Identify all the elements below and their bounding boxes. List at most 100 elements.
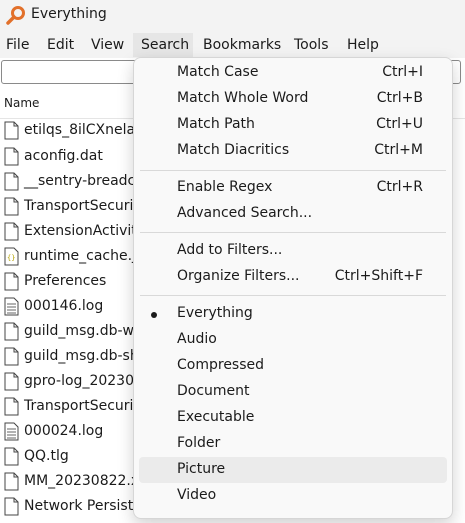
menu-item-shortcut: Ctrl+B: [376, 90, 423, 106]
menu-item-executable[interactable]: Executable: [139, 405, 447, 431]
menu-item-label: Match Diacritics: [177, 142, 290, 158]
menu-item-match-whole-word[interactable]: Match Whole Word Ctrl+B: [139, 86, 447, 112]
file-name: gpro-log_202308: [24, 373, 143, 389]
file-row[interactable]: guild_msg.db-sh: [0, 344, 140, 370]
file-name: etilqs_8ilCXnelas: [24, 122, 143, 138]
file-name: __sentry-breadcr: [24, 173, 141, 189]
menu-item-label: Document: [177, 383, 250, 399]
file-icon: [4, 222, 19, 241]
file-row[interactable]: TransportSecurity: [0, 194, 147, 220]
menu-edit[interactable]: Edit: [41, 33, 80, 57]
column-name-header[interactable]: Name: [4, 96, 39, 110]
menu-item-label: Folder: [177, 435, 221, 451]
menu-item-document[interactable]: Document: [139, 379, 447, 405]
file-name: guild_msg.db-wa: [24, 323, 143, 339]
menu-item-match-path[interactable]: Match Path Ctrl+U: [139, 112, 447, 138]
menu-separator: [140, 295, 446, 296]
file-icon: [4, 272, 19, 291]
file-row[interactable]: 000024.log: [0, 419, 140, 445]
menu-item-label: Enable Regex: [177, 179, 273, 195]
file-row[interactable]: {} runtime_cache.js: [0, 244, 144, 270]
menu-item-label: Everything: [177, 305, 253, 321]
file-icon: [4, 472, 19, 491]
window-title: Everything: [31, 6, 107, 22]
file-name: 000024.log: [24, 423, 104, 439]
menu-bookmarks[interactable]: Bookmarks: [197, 33, 287, 57]
menu-item-shortcut: Ctrl+U: [376, 116, 423, 132]
file-row[interactable]: Preferences: [0, 269, 140, 295]
file-row[interactable]: QQ.tlg: [0, 444, 140, 470]
file-name: guild_msg.db-sh: [24, 348, 139, 364]
file-name: TransportSecurity: [24, 398, 148, 414]
magnifier-icon: [6, 6, 25, 25]
menu-tools[interactable]: Tools: [288, 33, 335, 57]
svg-text:{}: {}: [7, 254, 15, 262]
file-row[interactable]: aconfig.dat: [0, 144, 140, 170]
file-row[interactable]: 000146.log: [0, 294, 140, 320]
menu-item-label: Match Whole Word: [177, 90, 309, 106]
menu-item-folder[interactable]: Folder: [139, 431, 447, 457]
menu-item-label: Video: [177, 487, 217, 503]
menu-item-label: Advanced Search...: [177, 205, 313, 221]
menu-item-picture[interactable]: Picture: [139, 457, 447, 483]
menu-item-label: Match Case: [177, 64, 259, 80]
menu-item-label: Add to Filters...: [177, 242, 283, 258]
file-name: QQ.tlg: [24, 448, 69, 464]
file-name: ExtensionActivity: [24, 223, 146, 239]
menu-item-label: Executable: [177, 409, 255, 425]
file-row[interactable]: TransportSecurity: [0, 394, 147, 420]
menu-help[interactable]: Help: [341, 33, 385, 57]
menu-view[interactable]: View: [85, 33, 130, 57]
file-name: Preferences: [24, 273, 107, 289]
menu-item-label: Organize Filters...: [177, 268, 300, 284]
menu-item-match-diacritics[interactable]: Match Diacritics Ctrl+M: [139, 138, 447, 164]
menu-separator: [140, 232, 446, 233]
menu-bar: File Edit View Search Bookmarks Tools He…: [0, 33, 465, 57]
menu-item-label: Picture: [177, 461, 226, 477]
file-row[interactable]: guild_msg.db-wa: [0, 319, 143, 345]
file-icon: [4, 147, 19, 166]
menu-item-label: Match Path: [177, 116, 255, 132]
file-icon: [4, 347, 19, 366]
menu-file[interactable]: File: [0, 33, 35, 57]
file-icon: [4, 197, 19, 216]
file-row[interactable]: etilqs_8ilCXnelas: [0, 118, 143, 144]
menu-item-label: Audio: [177, 331, 217, 347]
file-icon: [4, 121, 19, 140]
menu-separator: [140, 170, 446, 171]
menu-item-organize-filters[interactable]: Organize Filters... Ctrl+Shift+F: [139, 264, 447, 290]
menu-item-shortcut: Ctrl+I: [382, 64, 423, 80]
menu-item-shortcut: Ctrl+R: [376, 179, 423, 195]
file-row[interactable]: MM_20230822.xl: [0, 469, 144, 495]
file-name: runtime_cache.js: [24, 248, 144, 264]
menu-item-add-to-filters[interactable]: Add to Filters...: [139, 238, 447, 264]
file-icon: [4, 397, 19, 416]
file-row[interactable]: __sentry-breadcr: [0, 169, 141, 195]
file-icon: [4, 172, 19, 191]
file-name: TransportSecurity: [24, 198, 148, 214]
file-icon: [4, 497, 19, 516]
menu-search[interactable]: Search: [133, 33, 193, 57]
json-file-icon: {}: [4, 247, 19, 266]
file-name: MM_20230822.xl: [24, 473, 144, 489]
file-row[interactable]: gpro-log_202308: [0, 369, 143, 395]
title-bar: Everything: [0, 0, 465, 31]
text-file-icon: [4, 297, 19, 316]
file-row[interactable]: ExtensionActivity: [0, 219, 145, 245]
file-icon: [4, 322, 19, 341]
menu-item-enable-regex[interactable]: Enable Regex Ctrl+R: [139, 175, 447, 201]
search-menu-dropdown: Match Case Ctrl+I Match Whole Word Ctrl+B Ma…: [133, 57, 453, 519]
menu-item-video[interactable]: Video: [139, 483, 447, 509]
menu-item-match-case[interactable]: Match Case Ctrl+I: [139, 60, 447, 86]
menu-item-compressed[interactable]: Compressed: [139, 353, 447, 379]
menu-item-shortcut: Ctrl+M: [374, 142, 423, 158]
menu-item-everything[interactable]: Everything: [139, 301, 447, 327]
file-row[interactable]: Network Persistent State: [0, 494, 198, 520]
file-icon: [4, 447, 19, 466]
text-file-icon: [4, 422, 19, 441]
menu-item-audio[interactable]: Audio: [139, 327, 447, 353]
menu-item-shortcut: Ctrl+Shift+F: [334, 268, 423, 284]
file-name: aconfig.dat: [24, 148, 103, 164]
menu-item-advanced-search[interactable]: Advanced Search...: [139, 201, 447, 227]
file-name: 000146.log: [24, 298, 104, 314]
